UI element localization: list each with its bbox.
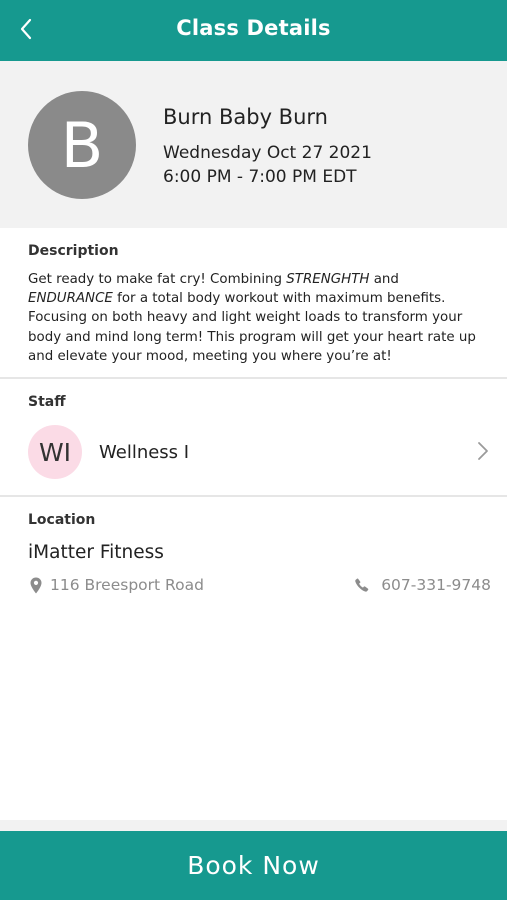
description-emphasis: ENDURANCE	[28, 291, 113, 307]
class-avatar: B	[28, 91, 136, 199]
staff-row[interactable]: WI Wellness I	[0, 420, 507, 486]
map-pin-icon	[30, 577, 42, 593]
location-name: iMatter Fitness	[28, 542, 164, 563]
location-address: 116 Breesport Road	[50, 576, 204, 594]
description-text-part: and	[369, 272, 399, 287]
page-title: Class Details	[176, 16, 331, 40]
description-label: Description	[28, 243, 119, 259]
location-phone: 607-331-9748	[381, 576, 491, 594]
staff-label: Staff	[28, 394, 66, 410]
class-time: 6:00 PM - 7:00 PM EDT	[163, 167, 357, 187]
class-date: Wednesday Oct 27 2021	[163, 143, 372, 163]
description-emphasis: STRENGHTH	[286, 272, 370, 287]
top-bar: Class Details	[0, 0, 507, 61]
divider	[0, 495, 507, 497]
staff-avatar: WI	[28, 425, 82, 479]
phone-link[interactable]: 607-331-9748	[355, 575, 491, 595]
footer-spacer	[0, 820, 507, 831]
location-label: Location	[28, 512, 96, 528]
divider	[0, 377, 507, 379]
address-link[interactable]: 116 Breesport Road	[30, 575, 204, 595]
staff-name: Wellness I	[99, 442, 190, 463]
phone-icon	[355, 578, 369, 592]
book-now-button[interactable]: Book Now	[0, 831, 507, 900]
description-text-part: Get ready to make fat cry! Combining	[28, 272, 287, 287]
description-text: Get ready to make fat cry! Combining STR…	[28, 270, 488, 366]
chevron-right-icon	[474, 440, 492, 462]
class-name: Burn Baby Burn	[163, 105, 328, 129]
class-header-card: B Burn Baby Burn Wednesday Oct 27 2021 6…	[0, 61, 507, 228]
